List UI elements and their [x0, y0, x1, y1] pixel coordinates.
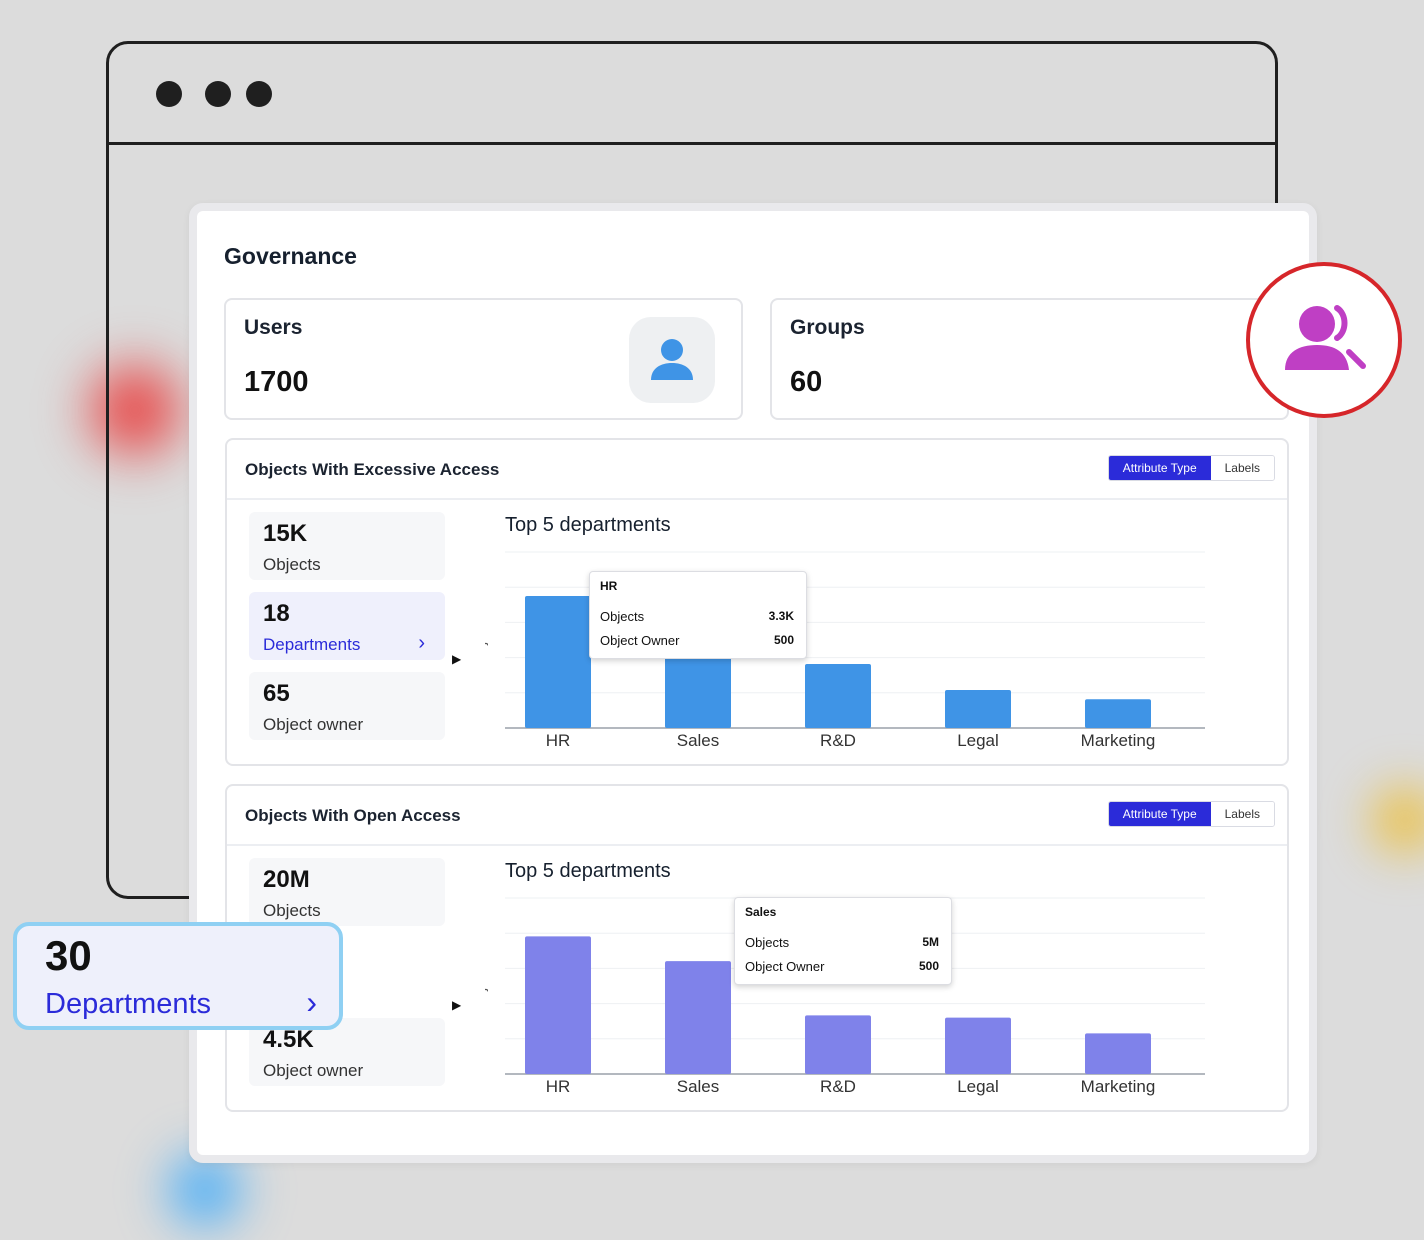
users-label: Users	[244, 316, 303, 339]
bar-hr	[525, 596, 591, 728]
view-toggle: Attribute Type Labels	[1107, 801, 1275, 827]
mouse-cursor-icon: ▶	[452, 652, 462, 666]
attribute-type-toggle[interactable]: Attribute Type	[1108, 802, 1211, 826]
yellow-glow	[1360, 770, 1424, 870]
x-tick-label: Legal	[957, 1077, 999, 1096]
panel-title: Objects With Excessive Access	[245, 460, 500, 479]
metric-caption: Objects	[263, 901, 321, 920]
users-value: 1700	[244, 366, 309, 398]
tooltip-title: HR	[600, 579, 618, 593]
metric-caption: Object owner	[263, 715, 364, 734]
tooltip-value: 500	[773, 633, 794, 647]
bar-r-d	[805, 664, 871, 728]
tooltip-value: 3.3K	[768, 609, 794, 623]
tooltip-key: Object Owner	[745, 959, 825, 974]
callout-value: 30	[45, 932, 92, 979]
chevron-right-icon: ›	[418, 632, 425, 654]
bar-legal	[945, 1017, 1011, 1074]
window-dot-icon[interactable]	[246, 81, 272, 107]
metric-value: 20M	[263, 866, 310, 893]
governance-card: Governance Users 1700 Groups 60 Objects …	[189, 203, 1317, 1163]
bar-marketing	[1085, 1033, 1151, 1074]
metric-caption: Object owner	[263, 1061, 364, 1080]
y-axis-label: Objects	[485, 616, 488, 663]
user-icon	[629, 317, 715, 403]
x-tick-label: R&D	[820, 1077, 856, 1096]
chart-tooltip: HR Objects 3.3K Object Owner 500	[589, 571, 807, 659]
panel-header: Objects With Excessive Access Attribute …	[227, 440, 1287, 500]
labels-toggle[interactable]: Labels	[1210, 802, 1274, 826]
window-dot-icon[interactable]	[205, 81, 231, 107]
x-tick-label: Sales	[677, 731, 720, 750]
metric-object-owner: 65 Object owner	[249, 672, 445, 740]
departments-callout-badge[interactable]: 30 Departments ›	[13, 922, 343, 1030]
chart-title: Top 5 departments	[505, 514, 671, 536]
metric-objects: 20M Objects	[249, 858, 445, 926]
metric-objects: 15K Objects	[249, 512, 445, 580]
callout-caption: Departments	[45, 988, 212, 1020]
tooltip-value: 500	[918, 959, 939, 973]
x-tick-label: Marketing	[1081, 1077, 1156, 1096]
groups-value: 60	[790, 366, 823, 398]
metric-caption: Departments	[263, 635, 361, 654]
user-group-icon	[1246, 262, 1402, 418]
tooltip-row: Object Owner 500	[600, 633, 794, 648]
tooltip-row: Object Owner 500	[745, 959, 939, 974]
x-tick-label: HR	[546, 731, 571, 750]
groups-card[interactable]: Groups 60	[770, 298, 1289, 420]
attribute-type-toggle[interactable]: Attribute Type	[1108, 456, 1211, 480]
open-access-panel: Objects With Open Access Attribute Type …	[225, 784, 1289, 1112]
panel-title: Objects With Open Access	[245, 806, 461, 825]
view-toggle: Attribute Type Labels	[1107, 455, 1275, 481]
metric-value: 18	[263, 600, 290, 627]
bar-marketing	[1085, 699, 1151, 728]
tooltip-value: 5M	[922, 935, 939, 949]
x-tick-label: R&D	[820, 731, 856, 750]
chart-title: Top 5 departments	[505, 860, 671, 882]
metric-departments[interactable]: 18 Departments ›	[249, 592, 445, 660]
bar-legal	[945, 690, 1011, 728]
page-title: Governance	[224, 243, 357, 269]
metric-value: 15K	[263, 520, 308, 547]
metric-value: 65	[263, 680, 290, 707]
tooltip-row: Objects 3.3K	[600, 609, 794, 624]
tooltip-key: Objects	[745, 935, 790, 950]
panel-header: Objects With Open Access Attribute Type …	[227, 786, 1287, 846]
tooltip-key: Object Owner	[600, 633, 680, 648]
chevron-right-icon: ›	[306, 984, 317, 1020]
bar-sales	[665, 961, 731, 1074]
window-titlebar	[109, 44, 1275, 145]
mouse-cursor-icon: ▶	[452, 998, 462, 1012]
labels-toggle[interactable]: Labels	[1210, 456, 1274, 480]
metric-caption: Objects	[263, 555, 321, 574]
metric-value: 4.5K	[263, 1026, 314, 1053]
tooltip-title: Sales	[745, 905, 777, 919]
groups-label: Groups	[790, 316, 865, 339]
x-tick-label: Sales	[677, 1077, 720, 1096]
y-axis-label: Objects	[485, 962, 488, 1009]
x-tick-label: HR	[546, 1077, 571, 1096]
chart-tooltip: Sales Objects 5M Object Owner 500	[734, 897, 952, 985]
tooltip-row: Objects 5M	[745, 935, 939, 950]
x-tick-label: Marketing	[1081, 731, 1156, 750]
bar-hr	[525, 936, 591, 1074]
tooltip-key: Objects	[600, 609, 645, 624]
excessive-access-panel: Objects With Excessive Access Attribute …	[225, 438, 1289, 766]
users-card[interactable]: Users 1700	[224, 298, 743, 420]
window-dot-icon[interactable]	[156, 81, 182, 107]
x-tick-label: Legal	[957, 731, 999, 750]
bar-r-d	[805, 1015, 871, 1074]
